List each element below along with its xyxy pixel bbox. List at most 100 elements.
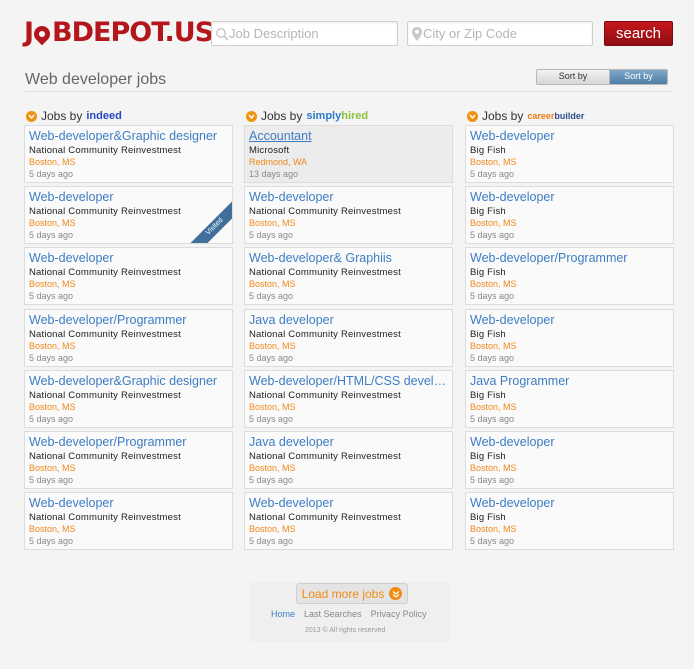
job-card[interactable]: Web-developer National Community Reinvest…	[24, 247, 233, 305]
column-prefix: Jobs by	[482, 109, 524, 123]
footer-link-last-searches[interactable]: Last Searches	[304, 609, 362, 619]
divider	[25, 91, 673, 92]
job-card[interactable]: Web-developer&Graphic designer National C…	[24, 370, 233, 428]
chevron-down-icon	[467, 110, 478, 122]
load-more-label: Load more jobs	[301, 586, 385, 601]
company-name: Big Fish	[470, 145, 506, 156]
posted-age: 5 days ago	[249, 414, 294, 424]
job-title-link[interactable]: Web-developer	[470, 312, 670, 329]
job-title-link[interactable]: Web-developer	[29, 250, 229, 267]
company-name: Big Fish	[470, 267, 506, 278]
job-card[interactable]: Web-developer Big Fish Boston, MS 5 days ag…	[465, 492, 674, 550]
company-name: Microsoft	[249, 145, 290, 156]
company-name: National Community Reinvestmest	[249, 329, 401, 340]
posted-age: 5 days ago	[249, 353, 294, 363]
posted-age: 5 days ago	[29, 414, 74, 424]
careerbuilder-logo[interactable]: careerbuilder	[527, 110, 584, 122]
job-title-link[interactable]: Web-developer/HTML/CSS develo...	[249, 373, 449, 390]
job-location: Boston, MS	[29, 279, 76, 289]
job-title-link[interactable]: Web-developer	[470, 128, 670, 145]
job-card[interactable]: Web-developer National Community Reinvest…	[24, 492, 233, 550]
posted-age: 5 days ago	[29, 169, 74, 179]
posted-age: 5 days ago	[470, 291, 515, 301]
job-title-link[interactable]: Web-developer/Programmer	[470, 250, 670, 267]
results-column-simplyhired: Jobs by simplyhired	[244, 107, 453, 125]
job-card[interactable]: Web-developer National Community Reinvest…	[244, 186, 453, 244]
job-location: Boston, MS	[29, 218, 76, 228]
job-description-input[interactable]	[229, 23, 405, 44]
job-location: Boston, MS	[29, 524, 76, 534]
simplyhired-logo[interactable]: simplyhired	[306, 110, 368, 122]
job-title-link[interactable]: Web-developer/Programmer	[29, 434, 229, 451]
job-title-link[interactable]: Web-developer	[29, 189, 229, 206]
company-name: Big Fish	[470, 329, 506, 340]
search-button[interactable]: search	[604, 21, 673, 46]
job-card[interactable]: Web-developer/Programmer National Communi…	[24, 309, 233, 367]
job-title-link[interactable]: Web-developer&Graphic designer	[29, 373, 229, 390]
job-title-link[interactable]: Web-developer	[249, 189, 449, 206]
job-title-link[interactable]: Web-developer&Graphic designer	[29, 128, 229, 145]
job-card[interactable]: Web-developer/HTML/CSS develo... National…	[244, 370, 453, 428]
site-logo[interactable]: J BDEPOT.US	[24, 18, 214, 48]
location-search-field[interactable]	[407, 21, 599, 46]
job-card[interactable]: Java developer National Community Reinves…	[244, 309, 453, 367]
posted-age: 5 days ago	[249, 230, 294, 240]
job-card[interactable]: Accountant Microsoft Redmond, WA 13 days ag…	[244, 125, 453, 183]
job-title-link[interactable]: Accountant	[249, 128, 449, 145]
job-title-link[interactable]: Web-developer	[249, 495, 449, 512]
job-location: Boston, MS	[29, 402, 76, 412]
column-header: Jobs by indeed	[26, 107, 233, 125]
company-name: National Community Reinvestmest	[29, 512, 181, 523]
job-location: Boston, MS	[249, 279, 296, 289]
job-card[interactable]: Web-developer Big Fish Boston, MS 5 days ag…	[465, 186, 674, 244]
posted-age: 5 days ago	[29, 291, 74, 301]
company-name: National Community Reinvestmest	[29, 267, 181, 278]
job-title-link[interactable]: Web-developer/Programmer	[29, 312, 229, 329]
company-name: Big Fish	[470, 206, 506, 217]
job-card[interactable]: Web-developer Big Fish Boston, MS 5 days ag…	[465, 125, 674, 183]
footer-links: Home Last Searches Privacy Policy	[271, 609, 427, 619]
job-card[interactable]: Java developer National Community Reinves…	[244, 431, 453, 489]
job-card[interactable]: Web-developer& Graphiis National Communit…	[244, 247, 453, 305]
job-card[interactable]: Web-developer Big Fish Boston, MS 5 days ag…	[465, 431, 674, 489]
header: JBDEPOT.US search	[0, 0, 694, 66]
job-card[interactable]: Web-developer/Programmer Big Fish Boston, …	[465, 247, 674, 305]
job-title-link[interactable]: Web-developer	[470, 495, 670, 512]
job-location: Boston, MS	[249, 463, 296, 473]
job-location: Boston, MS	[470, 463, 517, 473]
company-name: Big Fish	[470, 512, 506, 523]
job-title-link[interactable]: Web-developer	[470, 189, 670, 206]
job-card[interactable]: Web-developer Big Fish Boston, MS 5 days ag…	[465, 309, 674, 367]
company-name: Big Fish	[470, 390, 506, 401]
job-card[interactable]: Web-developer National Community Reinvest…	[24, 186, 233, 244]
job-title-link[interactable]: Web-developer	[29, 495, 229, 512]
job-location: Boston, MS	[470, 218, 517, 228]
column-header: Jobs by simplyhired	[246, 107, 453, 125]
job-location: Boston, MS	[29, 341, 76, 351]
sort-by-relevance-button[interactable]: Sort by relevance	[537, 70, 610, 84]
job-title-link[interactable]: Web-developer& Graphiis	[249, 250, 449, 267]
posted-age: 5 days ago	[470, 230, 515, 240]
posted-age: 5 days ago	[470, 536, 515, 546]
footer-link-privacy-policy[interactable]: Privacy Policy	[371, 609, 427, 619]
job-title-link[interactable]: Java developer	[249, 312, 449, 329]
company-name: National Community Reinvestmest	[29, 329, 181, 340]
posted-age: 5 days ago	[470, 169, 515, 179]
job-location: Boston, MS	[249, 218, 296, 228]
job-card[interactable]: Web-developer National Community Reinvest…	[244, 492, 453, 550]
load-more-button[interactable]: Load more jobs	[296, 583, 408, 604]
indeed-logo[interactable]: indeed	[86, 110, 121, 122]
job-title-link[interactable]: Java developer	[249, 434, 449, 451]
job-title-link[interactable]: Java Programmer	[470, 373, 670, 390]
job-card[interactable]: Web-developer&Graphic designer National C…	[24, 125, 233, 183]
job-card[interactable]: Java Programmer Big Fish Boston, MS 5 days …	[465, 370, 674, 428]
sort-by-date-button[interactable]: Sort by date	[610, 70, 667, 84]
footer-link-home[interactable]: Home	[271, 609, 295, 619]
posted-age: 5 days ago	[29, 475, 74, 485]
city-zip-input[interactable]	[423, 23, 599, 44]
job-title-link[interactable]: Web-developer	[470, 434, 670, 451]
company-name: National Community Reinvestmest	[29, 206, 181, 217]
posted-age: 5 days ago	[249, 291, 294, 301]
job-card[interactable]: Web-developer/Programmer National Communi…	[24, 431, 233, 489]
job-search-field[interactable]	[211, 21, 405, 46]
